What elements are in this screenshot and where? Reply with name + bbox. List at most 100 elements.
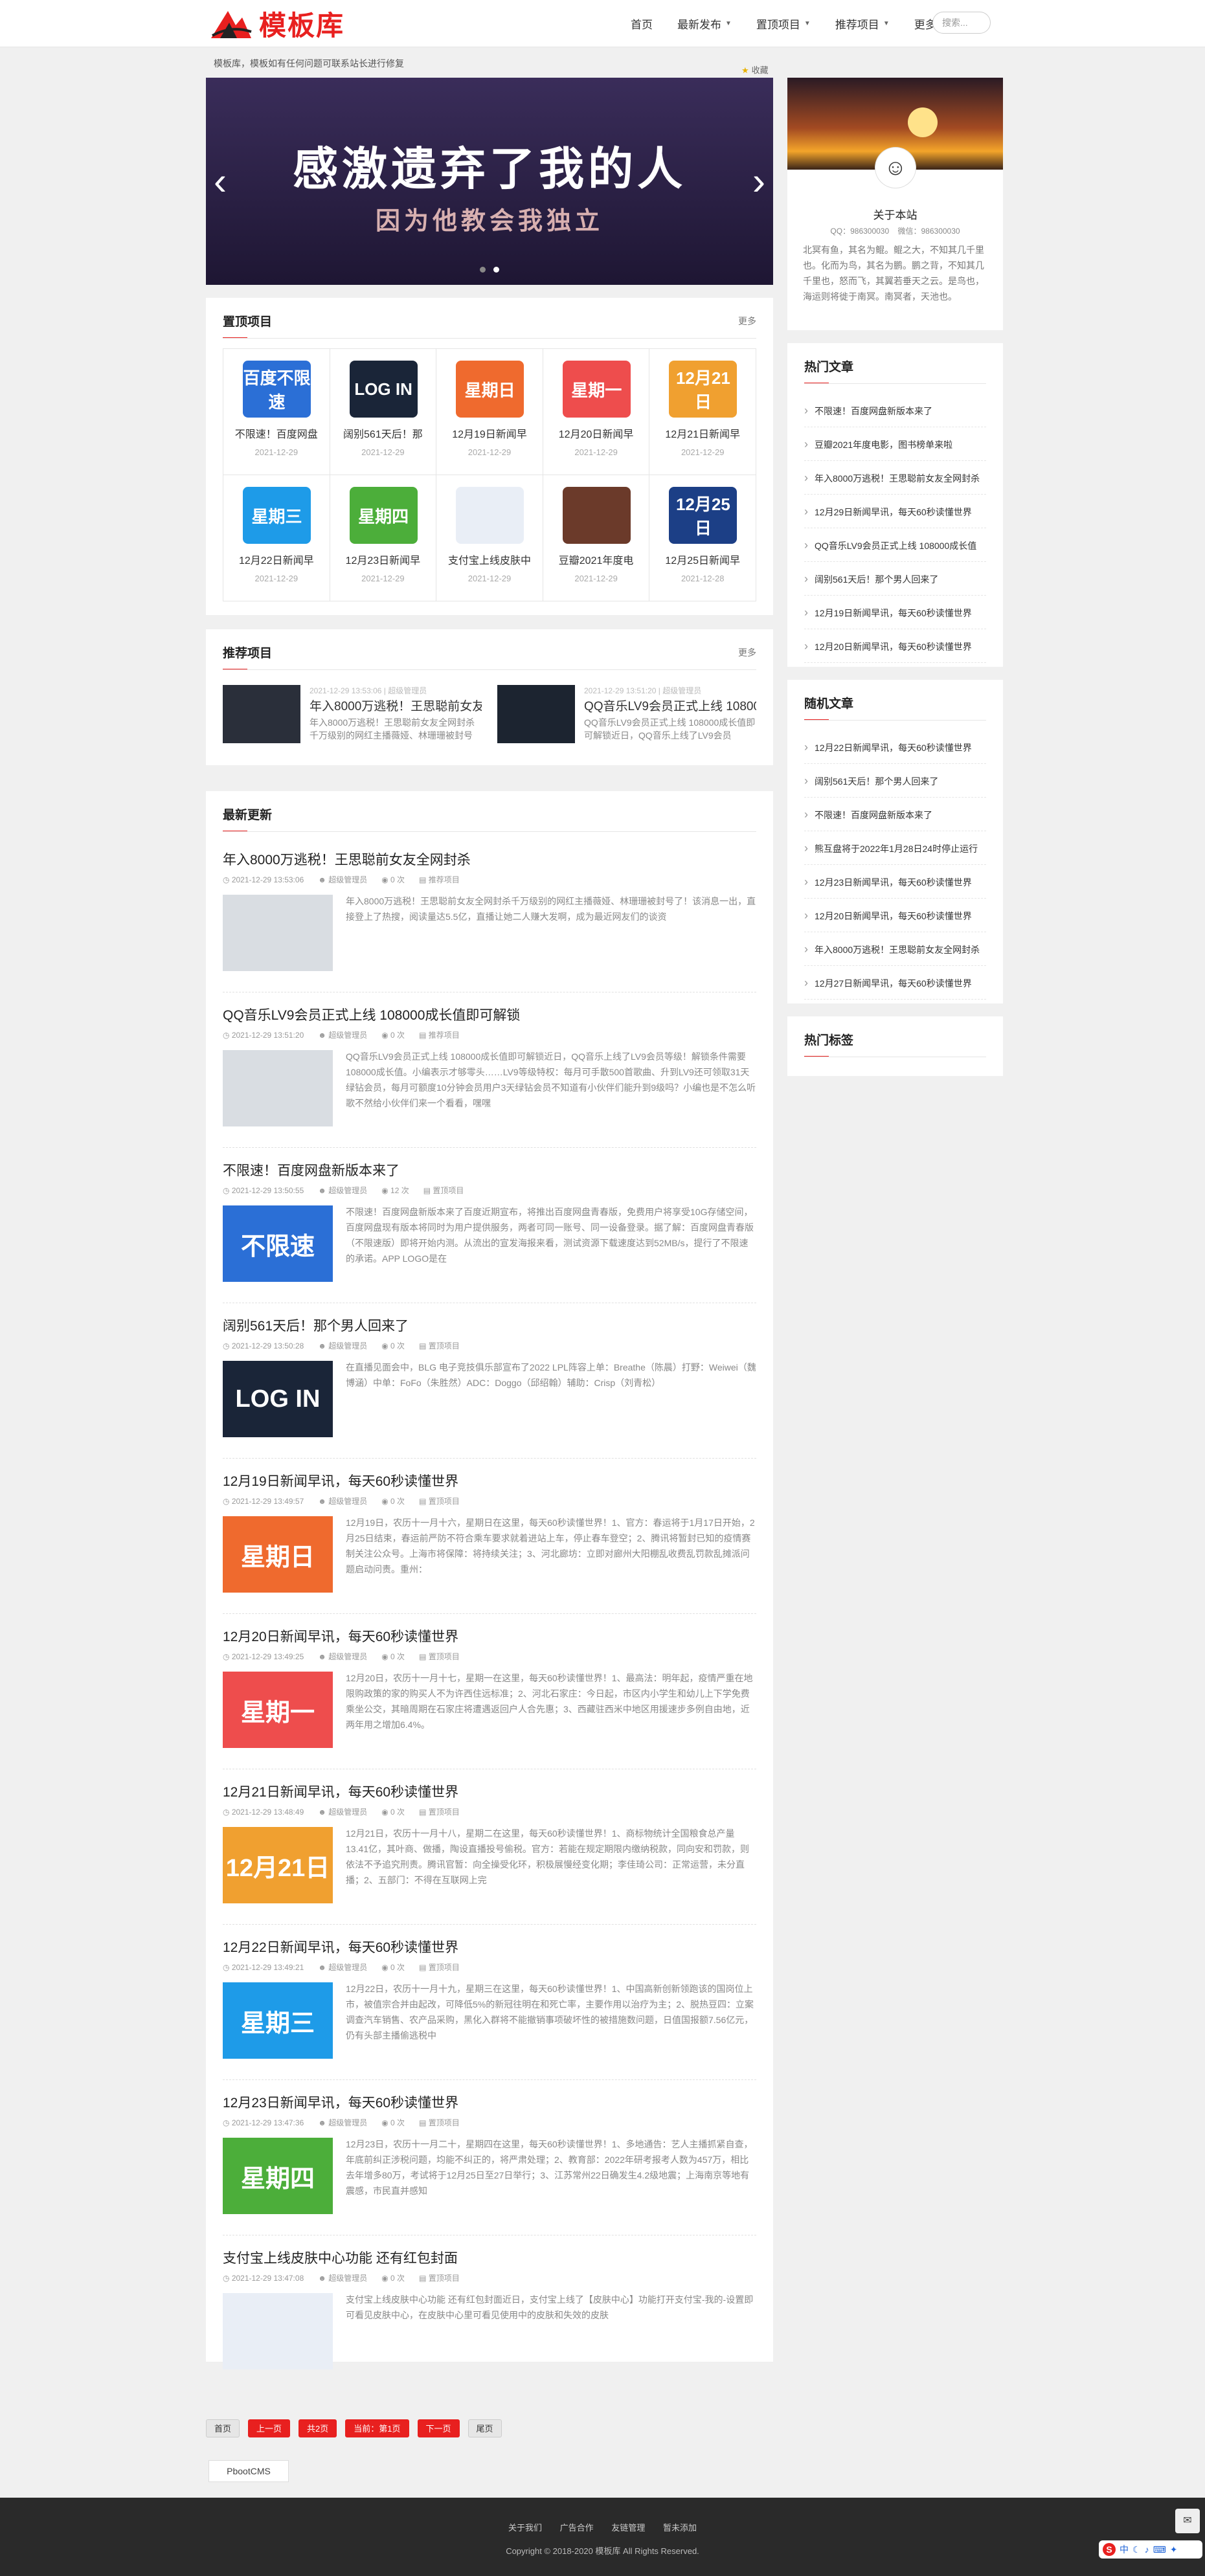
top-project-card[interactable]: 星期一 12月20日新闻早 2021-12-29 [543, 349, 650, 475]
post-views: 0 次 [390, 1031, 405, 1040]
sogou-icon: S [1103, 2543, 1116, 2556]
post-thumbnail[interactable] [223, 1050, 333, 1126]
carousel-dot[interactable] [480, 267, 486, 273]
top-project-card[interactable]: 星期四 12月23日新闻早 2021-12-29 [330, 475, 437, 601]
top-project-card[interactable]: 星期三 12月22日新闻早 2021-12-29 [223, 475, 330, 601]
post-thumbnail[interactable]: 星期一 [223, 1672, 333, 1748]
sidebar-article-link[interactable]: 阔别561天后！那个男人回来了 [804, 764, 986, 798]
post-category[interactable]: 置顶项目 [429, 1808, 460, 1817]
footer-link-about[interactable]: 关于我们 [508, 2523, 542, 2533]
footer-link-none[interactable]: 暂未添加 [663, 2523, 697, 2533]
post-item: 12月19日新闻早讯，每天60秒读懂世界 ◷ 2021-12-29 13:49:… [223, 1471, 756, 1614]
project-title[interactable]: 支付宝上线皮肤中 [440, 552, 539, 567]
search-input[interactable]: 搜索... [932, 12, 991, 34]
page-last[interactable]: 尾页 [467, 2419, 502, 2437]
post-category[interactable]: 置顶项目 [429, 1963, 460, 1972]
footer-link-ads[interactable]: 广告合作 [560, 2523, 594, 2533]
post-title[interactable]: 12月23日新闻早讯，每天60秒读懂世界 [223, 2092, 756, 2112]
sidebar-article-link[interactable]: 豆瓣2021年度电影，图书榜单来啦 [804, 427, 986, 461]
top-project-card[interactable]: LOG IN 阔别561天后！那 2021-12-29 [330, 349, 437, 475]
post-thumbnail[interactable] [223, 895, 333, 971]
post-title[interactable]: 12月21日新闻早讯，每天60秒读懂世界 [223, 1782, 756, 1801]
sidebar-article-link[interactable]: 12月29日新闻早讯，每天60秒读懂世界 [804, 495, 986, 528]
project-title[interactable]: 12月21日新闻早 [653, 425, 752, 441]
sidebar-article-link[interactable]: 12月23日新闻早讯，每天60秒读懂世界 [804, 865, 986, 899]
project-title[interactable]: 12月20日新闻早 [547, 425, 646, 441]
sidebar-article-link[interactable]: 年入8000万逃税！王思聪前女友全网封杀 [804, 932, 986, 966]
recommend-item[interactable]: 2021-12-29 13:53:06 | 超级管理员 年入8000万逃税！王思… [223, 685, 482, 750]
project-title[interactable]: 12月23日新闻早 [334, 552, 433, 567]
page-prev[interactable]: 上一页 [248, 2419, 291, 2437]
post-thumbnail[interactable]: LOG IN [223, 1361, 333, 1437]
sidebar-article-link[interactable]: 年入8000万逃税！王思聪前女友全网封杀 [804, 461, 986, 495]
post-thumbnail[interactable]: 星期日 [223, 1516, 333, 1593]
post-title[interactable]: QQ音乐LV9会员正式上线 108000成长值即可解锁 [223, 1005, 756, 1024]
sidebar-article-link[interactable]: QQ音乐LV9会员正式上线 108000成长值 [804, 528, 986, 562]
project-title[interactable]: 12月25日新闻早 [653, 552, 752, 567]
post-category[interactable]: 推荐项目 [429, 875, 460, 884]
ime-toolbar[interactable]: S 中 ☾ ♪ ⌨ ✦ [1099, 2540, 1202, 2559]
project-date: 2021-12-29 [467, 574, 512, 583]
favorite-link[interactable]: ★ 收藏 [741, 63, 769, 76]
project-title[interactable]: 12月19日新闻早 [440, 425, 539, 441]
sidebar-article-link[interactable]: 12月19日新闻早讯，每天60秒读懂世界 [804, 596, 986, 629]
sidebar-article-link[interactable]: 12月27日新闻早讯，每天60秒读懂世界 [804, 966, 986, 1000]
site-logo[interactable]: 模板库 [208, 4, 344, 43]
top-project-card[interactable]: 支付宝上线皮肤中 2021-12-29 [436, 475, 543, 601]
post-thumbnail[interactable]: 星期三 [223, 1982, 333, 2059]
post-category[interactable]: 置顶项目 [429, 2274, 460, 2283]
chat-icon[interactable]: ✉ [1175, 2509, 1200, 2533]
top-project-card[interactable]: 星期日 12月19日新闻早 2021-12-29 [436, 349, 543, 475]
sidebar-article-link[interactable]: 熊互盘将于2022年1月28日24时停止运行 [804, 831, 986, 865]
more-link[interactable]: 更多 [738, 646, 756, 659]
post-category[interactable]: 推荐项目 [429, 1031, 460, 1040]
recommend-title[interactable]: QQ音乐LV9会员正式上线 10800... [584, 697, 756, 714]
carousel-next-button[interactable]: › [752, 162, 765, 201]
post-category[interactable]: 置顶项目 [429, 2118, 460, 2127]
page-next[interactable]: 下一页 [417, 2419, 460, 2437]
post-title[interactable]: 12月20日新闻早讯，每天60秒读懂世界 [223, 1626, 756, 1646]
recommend-item[interactable]: 2021-12-29 13:51:20 | 超级管理员 QQ音乐LV9会员正式上… [497, 685, 756, 750]
top-project-card[interactable]: 豆瓣2021年度电 2021-12-29 [543, 475, 650, 601]
sidebar-article-link[interactable]: 12月22日新闻早讯，每天60秒读懂世界 [804, 730, 986, 764]
nav-home[interactable]: 首页 [631, 16, 653, 32]
recommend-title[interactable]: 年入8000万逃税！王思聪前女友... [310, 697, 482, 714]
carousel-prev-button[interactable]: ‹ [214, 162, 227, 201]
sidebar-article-link[interactable]: 12月20日新闻早讯，每天60秒读懂世界 [804, 629, 986, 663]
post-title[interactable]: 年入8000万逃税！王思聪前女友全网封杀 [223, 849, 756, 869]
friend-link[interactable]: PbootCMS [208, 2460, 289, 2482]
post-category[interactable]: 置顶项目 [429, 1497, 460, 1506]
nav-top-projects[interactable]: 置顶项目 ▼ [756, 16, 811, 32]
post-category[interactable]: 置顶项目 [429, 1341, 460, 1350]
post-thumbnail[interactable]: 星期四 [223, 2138, 333, 2214]
banner-carousel[interactable]: 感激遗弃了我的人 因为他教会我独立 ‹ › [206, 78, 773, 285]
post-category[interactable]: 置顶项目 [433, 1186, 464, 1195]
top-project-card[interactable]: 12月21日 12月21日新闻早 2021-12-29 [649, 349, 756, 475]
post-title[interactable]: 阔别561天后！那个男人回来了 [223, 1316, 756, 1335]
top-project-card[interactable]: 百度不限速 不限速！百度网盘 2021-12-29 [223, 349, 330, 475]
more-link[interactable]: 更多 [738, 315, 756, 328]
sidebar-article-link[interactable]: 不限速！百度网盘新版本来了 [804, 394, 986, 427]
sidebar-article-link[interactable]: 12月20日新闻早讯，每天60秒读懂世界 [804, 899, 986, 932]
sidebar-article-link[interactable]: 阔别561天后！那个男人回来了 [804, 562, 986, 596]
post-thumbnail[interactable]: 12月21日 [223, 1827, 333, 1903]
post-title[interactable]: 支付宝上线皮肤中心功能 还有红包封面 [223, 2248, 756, 2267]
project-title[interactable]: 不限速！百度网盘 [227, 425, 326, 441]
post-thumbnail[interactable]: 不限速 [223, 1205, 333, 1282]
eye-icon: ◉ 0 次 [381, 1031, 405, 1040]
post-title[interactable]: 不限速！百度网盘新版本来了 [223, 1160, 756, 1180]
post-thumbnail[interactable] [223, 2293, 333, 2369]
project-title[interactable]: 12月22日新闻早 [227, 552, 326, 567]
nav-latest[interactable]: 最新发布 ▼ [677, 16, 732, 32]
post-title[interactable]: 12月19日新闻早讯，每天60秒读懂世界 [223, 1471, 756, 1490]
top-project-card[interactable]: 12月25日 12月25日新闻早 2021-12-28 [649, 475, 756, 601]
post-title[interactable]: 12月22日新闻早讯，每天60秒读懂世界 [223, 1937, 756, 1956]
footer-link-friends[interactable]: 友链管理 [611, 2523, 645, 2533]
post-category[interactable]: 置顶项目 [429, 1652, 460, 1661]
carousel-dot-active[interactable] [493, 267, 499, 273]
page-first[interactable]: 首页 [206, 2419, 240, 2437]
nav-recommend[interactable]: 推荐项目 ▼ [835, 16, 890, 32]
project-title[interactable]: 阔别561天后！那 [334, 425, 433, 441]
project-title[interactable]: 豆瓣2021年度电 [547, 552, 646, 567]
sidebar-article-link[interactable]: 不限速！百度网盘新版本来了 [804, 798, 986, 831]
